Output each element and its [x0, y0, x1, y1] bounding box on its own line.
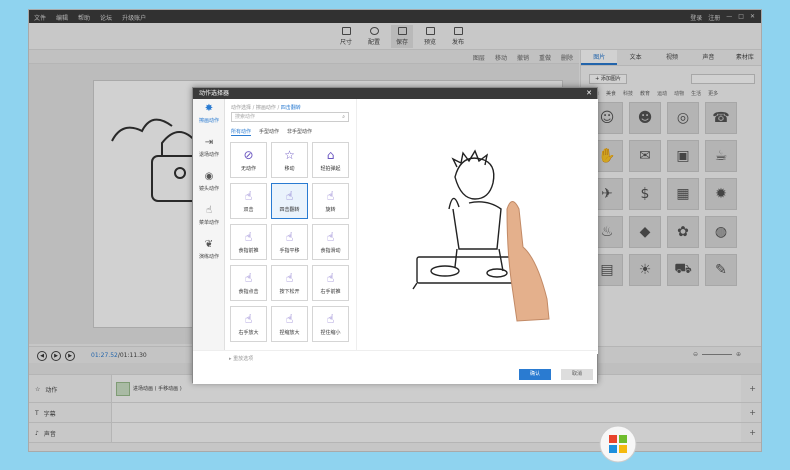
search-icon: ⌕: [342, 114, 345, 120]
watermark-logo: [599, 425, 637, 463]
category-enter[interactable]: ✸ 擦画动作: [193, 99, 225, 133]
action-label: 食指点击: [238, 289, 259, 295]
star-icon: ☆: [284, 148, 295, 162]
action-tile-right-push[interactable]: ☝ 右手前推: [312, 265, 349, 301]
category-camera[interactable]: ◉ 镜头动作: [193, 167, 225, 201]
category-menu[interactable]: ☝ 菜单动作: [193, 201, 225, 235]
action-label: 移动: [284, 166, 295, 172]
search-placeholder: 搜索动作: [235, 114, 256, 120]
action-label: 食指滑动: [320, 248, 341, 254]
tab-hand-actions[interactable]: 手型动作: [259, 128, 279, 136]
action-label: 捏住缩小: [320, 330, 341, 336]
action-selector-dialog: 动作选择器 ✕ ✸ 擦画动作 ⇥ 退场动作 ◉ 镜头动作 ☝ 菜单动作 ❦ 演练动作 动作…: [192, 87, 598, 384]
hand-icon: ☝: [285, 271, 294, 285]
action-tile-press-release[interactable]: ☝ 按下松开: [271, 265, 308, 301]
action-list-panel: 动作选择 / 擦画动作 / 四击翻转 搜索动作 ⌕ 所有动作 手型动作 非手型动作…: [225, 99, 385, 354]
action-subtabs: 所有动作 手型动作 非手型动作: [231, 128, 312, 136]
action-label: 无动作: [240, 166, 256, 172]
breadcrumb-root[interactable]: 动作选择: [231, 105, 251, 111]
hand-icon: ☝: [285, 312, 294, 326]
hand-icon: ☝: [285, 189, 294, 203]
action-label: 手指平移: [279, 248, 300, 254]
breadcrumb: 动作选择 / 擦画动作 / 四击翻转: [231, 105, 301, 111]
breadcrumb-current: 四击翻转: [280, 105, 301, 111]
hand-icon: ☝: [244, 312, 253, 326]
hand-icon: ☝: [244, 230, 253, 244]
action-grid: ⊘ 无动作 ☆ 移动 ⌂ 轻拍弹起 ☝ 双击 ☝ 四击翻转 ☝ 旋转 ☝ 食指前推 ☝ 手指平移…: [230, 142, 349, 342]
preview-animation: [412, 149, 550, 322]
tab-non-hand-actions[interactable]: 非手型动作: [287, 128, 312, 136]
action-tile-none[interactable]: ⊘ 无动作: [230, 142, 267, 178]
cancel-button[interactable]: 取消: [561, 369, 593, 380]
action-tile-finger-pan[interactable]: ☝ 手指平移: [271, 224, 308, 260]
hand-icon: ☝: [326, 189, 335, 203]
hand-icon: ☝: [326, 230, 335, 244]
action-label: 食指前推: [238, 248, 259, 254]
breadcrumb-category[interactable]: 擦画动作: [256, 105, 276, 111]
hand-icon: ☝: [244, 189, 253, 203]
category-label: 演练动作: [198, 254, 219, 260]
action-label: 旋转: [325, 207, 336, 213]
camera-icon: ◉: [204, 171, 214, 182]
action-label: 轻拍弹起: [320, 166, 341, 172]
action-label: 四击翻转: [279, 207, 300, 213]
exit-icon: ⇥: [204, 137, 214, 148]
action-tile-right-zoom[interactable]: ☝ 右手放大: [230, 306, 267, 342]
dialog-title: 动作选择器: [193, 88, 597, 99]
action-label: 捏缩放大: [279, 330, 300, 336]
action-preview: [356, 99, 598, 354]
action-label: 右手前推: [320, 289, 341, 295]
category-exit[interactable]: ⇥ 退场动作: [193, 133, 225, 167]
action-tile-quad-flip[interactable]: ☝ 四击翻转: [271, 183, 308, 219]
hand-icon: ☝: [326, 271, 335, 285]
action-label: 双击: [243, 207, 254, 213]
action-tile-index-click[interactable]: ☝ 食指点击: [230, 265, 267, 301]
action-tile-index-push[interactable]: ☝ 食指前推: [230, 224, 267, 260]
sparkle-icon: ✸: [204, 103, 214, 114]
category-performance[interactable]: ❦ 演练动作: [193, 235, 225, 269]
category-label: 退场动作: [198, 152, 219, 158]
action-tile-pinch-out[interactable]: ☝ 捏缩放大: [271, 306, 308, 342]
action-label: 按下松开: [279, 289, 300, 295]
flourish-icon: ❦: [204, 239, 214, 250]
tab-all-actions[interactable]: 所有动作: [231, 128, 252, 136]
replay-options-toggle[interactable]: ▸ 重放选项: [229, 355, 253, 362]
dialog-footer: ▸ 重放选项 确认 取消: [193, 350, 597, 384]
hand-icon: ☝: [244, 271, 253, 285]
no-action-icon: ⊘: [243, 148, 254, 162]
action-tile-move[interactable]: ☆ 移动: [271, 142, 308, 178]
action-search-input[interactable]: 搜索动作 ⌕: [231, 112, 349, 122]
category-label: 擦画动作: [198, 118, 219, 124]
category-label: 镜头动作: [198, 186, 219, 192]
action-tile-tap-bounce[interactable]: ⌂ 轻拍弹起: [312, 142, 349, 178]
action-tile-pinch-in[interactable]: ☝ 捏住缩小: [312, 306, 349, 342]
action-tile-rotate[interactable]: ☝ 旋转: [312, 183, 349, 219]
hand-icon: ☝: [285, 230, 294, 244]
action-tile-double-tap[interactable]: ☝ 双击: [230, 183, 267, 219]
house-icon: ⌂: [326, 148, 335, 162]
hand-icon: ☝: [205, 205, 213, 216]
confirm-button[interactable]: 确认: [519, 369, 551, 380]
hand-icon: ☝: [326, 312, 335, 326]
action-category-list: ✸ 擦画动作 ⇥ 退场动作 ◉ 镜头动作 ☝ 菜单动作 ❦ 演练动作: [193, 99, 225, 354]
close-icon[interactable]: ✕: [586, 89, 592, 97]
action-label: 右手放大: [238, 330, 259, 336]
action-tile-index-slide[interactable]: ☝ 食指滑动: [312, 224, 349, 260]
category-label: 菜单动作: [198, 220, 219, 226]
